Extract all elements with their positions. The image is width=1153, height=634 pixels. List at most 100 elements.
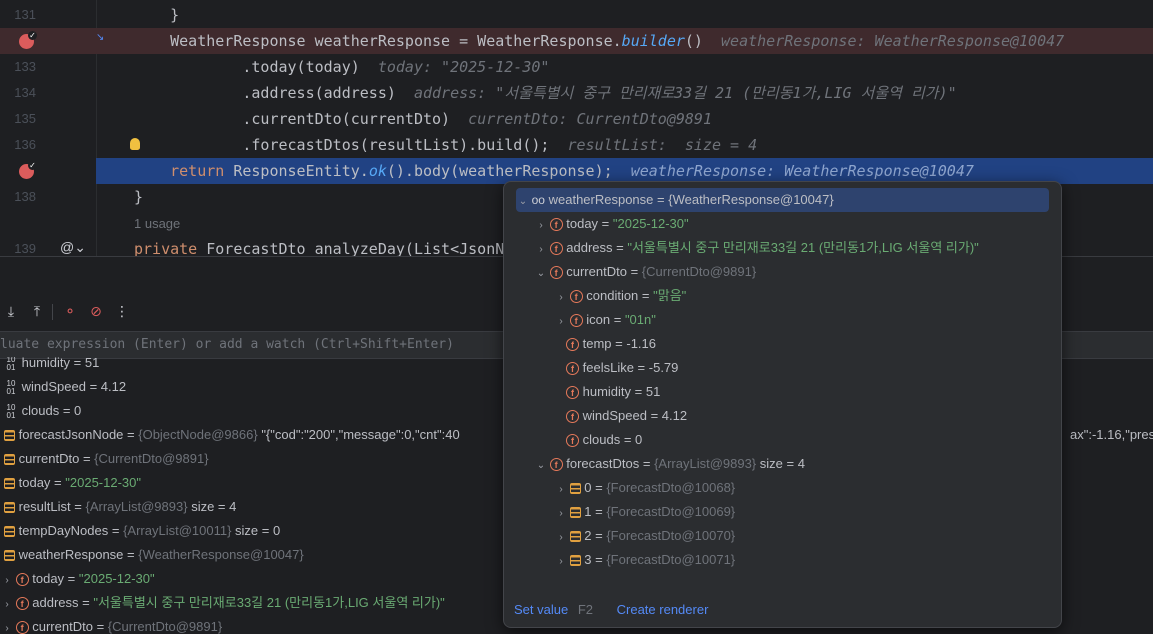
usage-hint[interactable]: 1 usage bbox=[134, 212, 180, 236]
set-value-shortcut: F2 bbox=[577, 602, 593, 617]
more-icon[interactable]: ⋮ bbox=[113, 302, 131, 320]
code-text: .currentDto(currentDto) currentDto: Curr… bbox=[134, 110, 712, 128]
chevron-right-icon[interactable]: › bbox=[2, 593, 12, 617]
primitive-icon: 10 01 bbox=[6, 357, 16, 372]
line-number: 138 bbox=[14, 189, 36, 204]
code-text: .today(today) today: "2025-12-30" bbox=[134, 58, 550, 76]
breakpoint-icon[interactable]: ✓ bbox=[19, 161, 37, 179]
line-number: 136 bbox=[14, 137, 36, 152]
value-popup: ⌄ oo weatherResponse = {WeatherResponse@… bbox=[503, 181, 1062, 628]
primitive-icon: 10 01 bbox=[6, 378, 16, 396]
object-icon bbox=[4, 526, 15, 538]
popup-field-row[interactable]: › f icon = "01n" bbox=[556, 308, 1061, 334]
popup-field-row[interactable]: › f condition = "맑음" bbox=[556, 284, 1061, 310]
object-icon bbox=[569, 555, 581, 567]
field-icon: f bbox=[15, 621, 29, 634]
field-icon: f bbox=[566, 410, 579, 424]
chevron-right-icon[interactable]: › bbox=[556, 478, 566, 502]
chevron-right-icon[interactable]: › bbox=[556, 286, 566, 310]
code-text: } bbox=[134, 6, 180, 24]
line-number: 139 bbox=[14, 241, 36, 256]
chevron-right-icon[interactable]: › bbox=[2, 617, 12, 634]
field-icon: f bbox=[566, 386, 579, 400]
popup-field-row[interactable]: ⌄ f currentDto = {CurrentDto@9891} bbox=[536, 260, 1061, 286]
line-number: 134 bbox=[14, 85, 36, 100]
field-icon: f bbox=[549, 218, 563, 232]
popup-field-row[interactable]: f humidity = 51 bbox=[566, 380, 1061, 404]
object-icon bbox=[4, 454, 15, 466]
popup-field-row[interactable]: ⌄ f forecastDtos = {ArrayList@9893} size… bbox=[536, 452, 1061, 478]
code-line[interactable]: 136 .forecastDtos(resultList).build(); r… bbox=[0, 132, 1153, 158]
create-renderer-link[interactable]: Create renderer bbox=[617, 602, 709, 617]
line-number: 135 bbox=[14, 111, 36, 126]
popup-field-row[interactable]: f clouds = 0 bbox=[566, 428, 1061, 452]
variable-value-overflow: ax":-1.16,"press bbox=[1070, 427, 1153, 442]
object-icon bbox=[4, 430, 15, 442]
code-text: WeatherResponse weatherResponse = Weathe… bbox=[134, 32, 1065, 50]
inline-value-hint: weatherResponse: WeatherResponse@10047 bbox=[630, 162, 974, 180]
download-icon[interactable]: ⤓ bbox=[2, 302, 20, 320]
chevron-right-icon[interactable]: › bbox=[556, 502, 566, 526]
chevron-down-icon[interactable]: ⌄ bbox=[518, 190, 528, 214]
set-value-link[interactable]: Set value bbox=[514, 602, 568, 617]
object-icon bbox=[4, 550, 15, 562]
chevron-right-icon[interactable]: › bbox=[536, 214, 546, 238]
code-text: .address(address) address: "서울특별시 중구 만리재… bbox=[134, 84, 957, 102]
field-icon: f bbox=[569, 290, 583, 304]
inline-value-hint: today: "2025-12-30" bbox=[377, 58, 550, 76]
popup-footer: Set value F2 Create renderer bbox=[514, 602, 708, 617]
popup-field-row[interactable]: f feelsLike = -5.79 bbox=[566, 356, 1061, 380]
view-breakpoints-icon[interactable]: ⚬ bbox=[61, 302, 79, 320]
mute-breakpoints-icon[interactable]: ⊘ bbox=[87, 302, 105, 320]
popup-field-row[interactable]: › f today = "2025-12-30" bbox=[536, 212, 1061, 238]
code-line[interactable]: 133 .today(today) today: "2025-12-30" bbox=[0, 54, 1153, 80]
code-line[interactable]: 135 .currentDto(currentDto) currentDto: … bbox=[0, 106, 1153, 132]
code-line[interactable]: 131 } bbox=[0, 2, 1153, 28]
inline-value-hint: currentDto: CurrentDto@9891 bbox=[468, 110, 712, 128]
field-icon: f bbox=[549, 458, 563, 472]
toolbar-divider bbox=[52, 304, 53, 320]
code-text: } bbox=[134, 188, 144, 206]
code-line-breakpoint[interactable]: ✓ ↘ WeatherResponse weatherResponse = We… bbox=[0, 28, 1153, 54]
breakpoint-icon[interactable]: ✓ bbox=[19, 31, 37, 49]
inline-value-hint: weatherResponse: WeatherResponse@10047 bbox=[721, 32, 1065, 50]
object-icon bbox=[4, 502, 15, 514]
popup-field-row[interactable]: f windSpeed = 4.12 bbox=[566, 404, 1061, 428]
inline-value-hint: resultList: size = 4 bbox=[567, 136, 758, 154]
primitive-icon: 10 01 bbox=[6, 402, 16, 420]
code-text: .forecastDtos(resultList).build(); resul… bbox=[134, 136, 758, 154]
chevron-right-icon[interactable]: › bbox=[556, 550, 566, 574]
field-icon: f bbox=[569, 314, 583, 328]
popup-root-row[interactable]: ⌄ oo weatherResponse = {WeatherResponse@… bbox=[516, 188, 1049, 212]
popup-element-row[interactable]: › 0 = {ForecastDto@10068} bbox=[556, 476, 1061, 502]
field-icon: f bbox=[549, 242, 563, 256]
popup-element-row[interactable]: › 2 = {ForecastDto@10070} bbox=[556, 524, 1061, 550]
code-text: private ForecastDto analyzeDay(List<Json… bbox=[134, 240, 505, 256]
popup-field-row[interactable]: › f address = "서울특별시 중구 만리재로33길 21 (만리동1… bbox=[536, 236, 1061, 262]
chevron-down-icon[interactable]: ⌄ bbox=[536, 454, 546, 478]
code-line[interactable]: 134 .address(address) address: "서울특별시 중구… bbox=[0, 80, 1153, 106]
chevron-right-icon[interactable]: › bbox=[2, 569, 12, 593]
chevron-down-icon[interactable]: ⌄ bbox=[536, 262, 546, 286]
line-number: 131 bbox=[14, 7, 36, 22]
object-icon bbox=[569, 483, 581, 495]
step-into-icon: ↘ bbox=[96, 32, 105, 43]
popup-field-row[interactable]: f temp = -1.16 bbox=[566, 332, 1061, 356]
upload-icon[interactable]: ⤒ bbox=[28, 302, 46, 320]
field-icon: f bbox=[15, 573, 29, 587]
field-icon: f bbox=[566, 434, 579, 448]
object-icon bbox=[4, 478, 15, 490]
field-icon: f bbox=[15, 597, 29, 611]
popup-element-row[interactable]: › 3 = {ForecastDto@10071} bbox=[556, 548, 1061, 574]
object-icon bbox=[569, 507, 581, 519]
inline-value-hint: address: "서울특별시 중구 만리재로33길 21 (만리동1가,LIG… bbox=[413, 84, 957, 102]
watch-glasses-icon: oo bbox=[531, 193, 545, 207]
object-icon bbox=[569, 531, 581, 543]
field-icon: f bbox=[549, 266, 563, 280]
chevron-right-icon[interactable]: › bbox=[536, 238, 546, 262]
popup-element-row[interactable]: › 1 = {ForecastDto@10069} bbox=[556, 500, 1061, 526]
override-icon[interactable]: @⌄ bbox=[60, 239, 86, 256]
chevron-right-icon[interactable]: › bbox=[556, 310, 566, 334]
chevron-right-icon[interactable]: › bbox=[556, 526, 566, 550]
line-number: 133 bbox=[14, 59, 36, 74]
